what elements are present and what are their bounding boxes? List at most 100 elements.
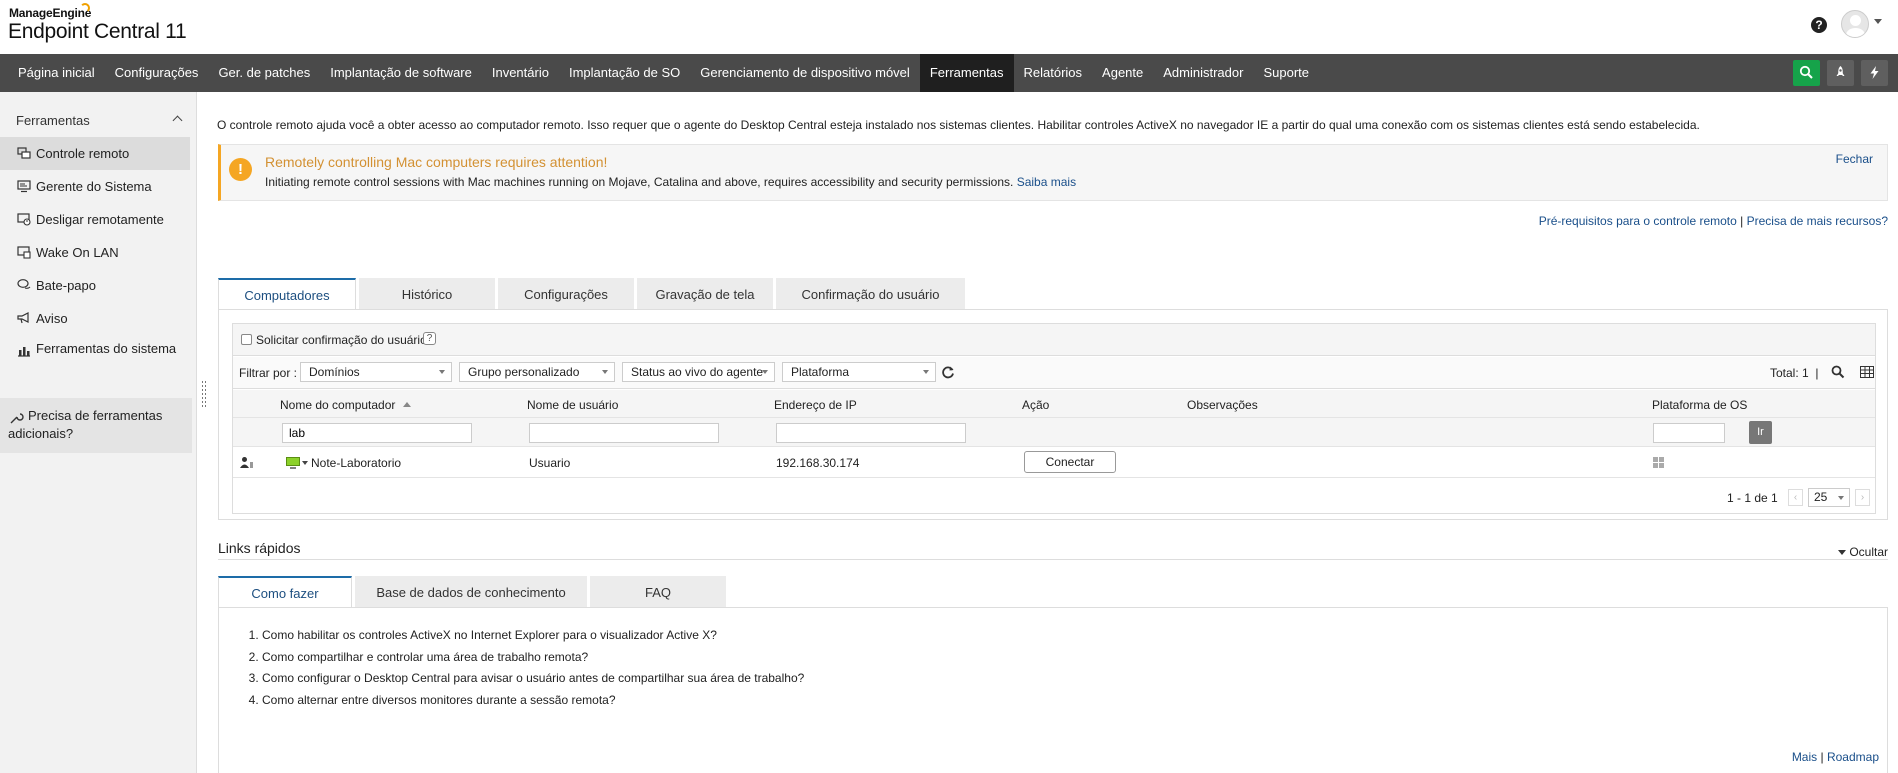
tab-knowledge-base[interactable]: Base de dados de conhecimento: [355, 576, 587, 607]
more-resources-link[interactable]: Precisa de mais recursos?: [1747, 214, 1888, 228]
sidebar-item-remote-shutdown[interactable]: Desligar remotamente: [0, 203, 190, 236]
computer-search-input[interactable]: [282, 423, 472, 443]
sidebar-additional-tools[interactable]: Precisa de ferramentas adicionais?: [0, 398, 192, 453]
nav-os-deployment[interactable]: Implantação de SO: [559, 54, 690, 92]
divider: [218, 559, 1888, 560]
user-name-cell: Usuario: [529, 456, 571, 470]
main-nav: Página inicial Configurações Ger. de pat…: [0, 54, 1898, 92]
agent-status-select[interactable]: Status ao vivo do agente: [622, 362, 775, 382]
filter-row: Filtrar por : Domínios Grupo personaliza…: [233, 357, 1875, 389]
learn-more-link[interactable]: Saiba mais: [1017, 175, 1076, 189]
tab-computers[interactable]: Computadores: [218, 278, 356, 311]
tab-how-to[interactable]: Como fazer: [218, 576, 352, 609]
total-count: Total: 1 |: [1770, 366, 1819, 380]
nav-agent[interactable]: Agente: [1092, 54, 1153, 92]
custom-group-select[interactable]: Grupo personalizado: [459, 362, 615, 382]
sidebar-title: Ferramentas: [16, 113, 90, 128]
column-user-name[interactable]: Nome de usuário: [527, 398, 618, 412]
nav-software-deployment[interactable]: Implantação de software: [320, 54, 482, 92]
shutdown-icon: [17, 213, 31, 226]
user-status-icon: [240, 457, 253, 468]
nav-patches[interactable]: Ger. de patches: [208, 54, 320, 92]
total-separator: |: [1815, 366, 1819, 380]
hide-quick-links[interactable]: Ocultar: [1838, 545, 1888, 559]
nav-bolt-button[interactable]: [1861, 60, 1888, 86]
brand-product-name[interactable]: Endpoint Central 11: [8, 20, 187, 44]
prev-page-button[interactable]: ‹: [1788, 489, 1803, 506]
refresh-icon[interactable]: [941, 365, 955, 379]
quick-links-title: Links rápidos: [218, 540, 301, 556]
alert-title: Remotely controlling Mac computers requi…: [265, 154, 608, 170]
column-computer-name[interactable]: Nome do computador: [280, 398, 412, 412]
search-icon[interactable]: [1831, 365, 1845, 379]
chevron-up-icon[interactable]: [172, 115, 183, 126]
tab-settings[interactable]: Configurações: [498, 278, 634, 309]
system-manager-icon: [17, 180, 31, 193]
column-os-platform[interactable]: Plataforma de OS: [1652, 398, 1747, 412]
tab-user-confirmation[interactable]: Confirmação do usuário: [776, 278, 965, 309]
connect-button[interactable]: Conectar: [1024, 451, 1116, 473]
avatar[interactable]: [1841, 10, 1869, 38]
resource-links: Pré-requisitos para o controle remoto | …: [1539, 214, 1888, 228]
tab-faq[interactable]: FAQ: [590, 576, 726, 607]
sidebar-resize-handle[interactable]: [202, 381, 208, 407]
nav-mdm[interactable]: Gerenciamento de dispositivo móvel: [690, 54, 920, 92]
prereq-link[interactable]: Pré-requisitos para o controle remoto: [1539, 214, 1737, 228]
remote-control-icon: [17, 147, 31, 159]
sidebar-item-chat[interactable]: Bate-papo: [0, 269, 190, 302]
how-to-link[interactable]: Como configurar o Desktop Central para a…: [262, 668, 804, 690]
sidebar-item-system-tools[interactable]: Ferramentas do sistema: [0, 335, 190, 381]
roadmap-link[interactable]: Roadmap: [1827, 750, 1879, 764]
nav-tools[interactable]: Ferramentas: [919, 54, 1014, 92]
domains-select[interactable]: Domínios: [300, 362, 452, 382]
computers-grid: Solicitar confirmação do usuário ? Filtr…: [232, 323, 1876, 514]
column-ip-address[interactable]: Endereço de IP: [774, 398, 857, 412]
computer-name-cell[interactable]: Note-Laboratorio: [311, 456, 401, 470]
question-icon[interactable]: ?: [423, 332, 436, 345]
help-icon[interactable]: ?: [1811, 17, 1827, 33]
next-page-button[interactable]: ›: [1855, 489, 1870, 506]
rocket-icon: [1836, 66, 1845, 76]
sidebar-item-label: Ferramentas do sistema: [36, 341, 177, 356]
columns-icon[interactable]: [1860, 366, 1874, 378]
tab-history[interactable]: Histórico: [359, 278, 495, 309]
brand-small: ManageEngine: [9, 6, 92, 20]
alert-close-link[interactable]: Fechar: [1836, 152, 1873, 166]
nav-home[interactable]: Página inicial: [8, 54, 105, 92]
how-to-link[interactable]: Como compartilhar e controlar uma área d…: [262, 647, 804, 669]
how-to-link[interactable]: Como habilitar os controles ActiveX no I…: [262, 625, 804, 647]
sidebar-item-notice[interactable]: Aviso: [0, 302, 190, 335]
sidebar-item-system-manager[interactable]: Gerente do Sistema: [0, 170, 190, 203]
quick-links-tabs: Como fazer Base de dados de conhecimento…: [218, 576, 729, 609]
tab-screen-recording[interactable]: Gravação de tela: [637, 278, 773, 309]
nav-search-button[interactable]: [1793, 60, 1820, 86]
go-button[interactable]: Ir: [1749, 421, 1772, 444]
more-link[interactable]: Mais: [1792, 750, 1817, 764]
computer-online-icon: [286, 457, 300, 469]
nav-reports[interactable]: Relatórios: [1014, 54, 1093, 92]
nav-inventory[interactable]: Inventário: [482, 54, 559, 92]
confirm-checkbox[interactable]: [241, 334, 252, 345]
sidebar-item-wake-on-lan[interactable]: Wake On LAN: [0, 236, 190, 269]
alert-text: Initiating remote control sessions with …: [265, 175, 1014, 189]
nav-rocket-button[interactable]: [1827, 60, 1854, 86]
how-to-link[interactable]: Como alternar entre diversos monitores d…: [262, 690, 804, 712]
nav-support[interactable]: Suporte: [1253, 54, 1319, 92]
sidebar-item-label: Aviso: [36, 311, 68, 326]
nav-configurations[interactable]: Configurações: [105, 54, 209, 92]
brand-arc-icon: [80, 3, 90, 13]
nav-admin[interactable]: Administrador: [1153, 54, 1253, 92]
ip-address-cell: 192.168.30.174: [776, 456, 860, 470]
os-search-input[interactable]: [1653, 423, 1725, 443]
per-page-select[interactable]: 25: [1808, 488, 1850, 507]
platform-select[interactable]: Plataforma: [782, 362, 936, 382]
bolt-icon: [1870, 66, 1879, 79]
alert-text-line: Initiating remote control sessions with …: [265, 175, 1076, 189]
sidebar-item-remote-control[interactable]: Controle remoto: [0, 137, 190, 170]
chevron-down-icon[interactable]: [1874, 19, 1882, 24]
ip-search-input[interactable]: [776, 423, 966, 443]
footer-separator: |: [1820, 750, 1824, 764]
user-search-input[interactable]: [529, 423, 719, 443]
system-tools-icon: [18, 347, 30, 357]
chevron-down-icon[interactable]: [302, 461, 308, 465]
